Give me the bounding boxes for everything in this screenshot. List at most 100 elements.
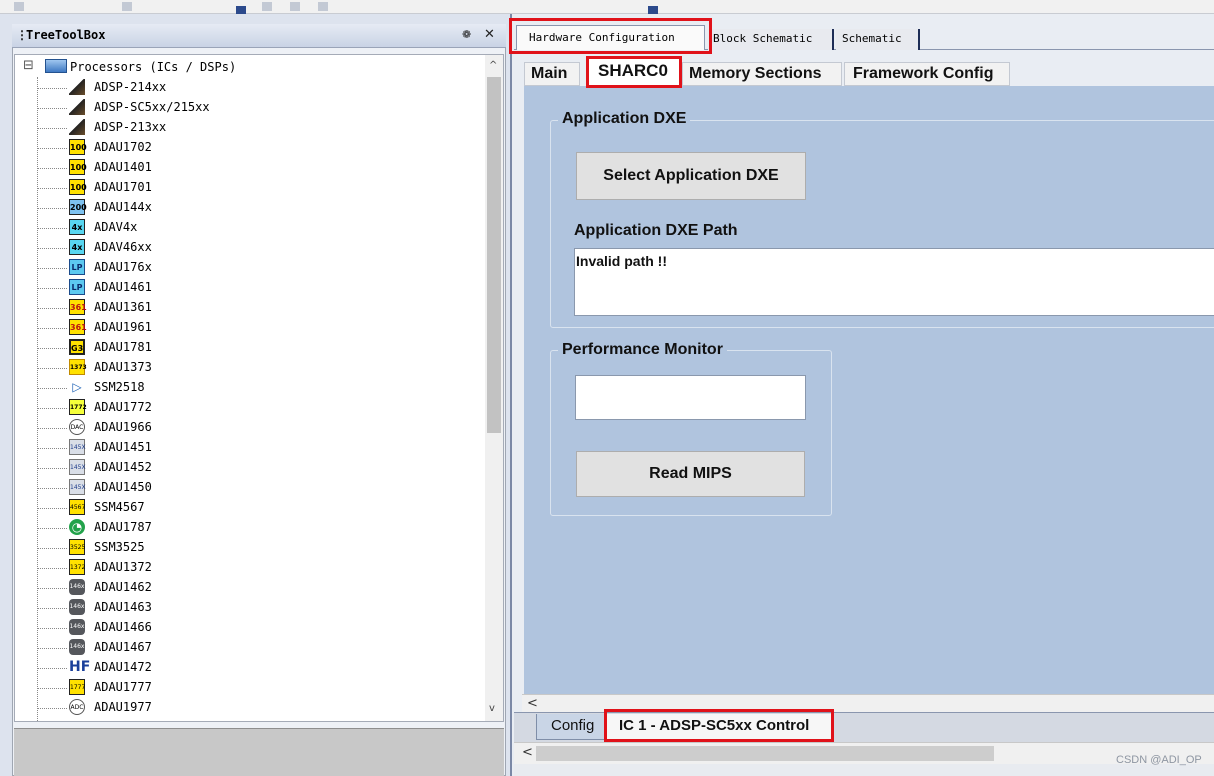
tree-item[interactable]: 361 ADAU1361 bbox=[15, 298, 485, 318]
pin-icon[interactable]: ❁ bbox=[462, 28, 471, 41]
tree-item[interactable]: LP ADAU1461 bbox=[15, 278, 485, 298]
scroll-left-icon[interactable]: < bbox=[522, 745, 533, 760]
tree-guide-line bbox=[37, 668, 67, 669]
toolbar-button[interactable] bbox=[14, 2, 24, 11]
tree-item[interactable]: LP ADAU176x bbox=[15, 258, 485, 278]
tree-item[interactable]: 200 ADAU144x bbox=[15, 198, 485, 218]
tab-schematic[interactable]: Schematic bbox=[836, 29, 920, 50]
tree-item[interactable]: 3525 SSM3525 bbox=[15, 538, 485, 558]
tree-guide-line bbox=[37, 248, 67, 249]
tree-item[interactable]: 1372 ADAU1372 bbox=[15, 558, 485, 578]
scroll-left-icon[interactable]: < bbox=[527, 696, 538, 711]
tree-guide-line bbox=[37, 368, 67, 369]
toolbox-bottom-panel bbox=[14, 728, 504, 776]
tree-item[interactable]: 145X ADAU1452 bbox=[15, 458, 485, 478]
chip-146x-icon: 146x bbox=[69, 639, 85, 655]
tree-item[interactable]: 100 ADAU1401 bbox=[15, 158, 485, 178]
tab-framework-config[interactable]: Framework Config bbox=[844, 62, 1010, 86]
tree-item-label: ADAU1372 bbox=[94, 560, 152, 574]
highlight-box-ic1-control bbox=[604, 709, 834, 742]
tree-item[interactable]: 146x ADAU1462 bbox=[15, 578, 485, 598]
processor-tree[interactable]: ⊟ Processors (ICs / DSPs) ADSP-214xx ADSP… bbox=[14, 54, 504, 722]
tree-item-label: ADAU1462 bbox=[94, 580, 152, 594]
tree-item[interactable]: 100 ADAU1701 bbox=[15, 178, 485, 198]
tree-item[interactable]: ◔ ADAU1787 bbox=[15, 518, 485, 538]
watermark: CSDN @ADI_OP bbox=[1116, 754, 1202, 766]
toolbar-button[interactable] bbox=[318, 2, 328, 11]
tree-item-label: ADAU1467 bbox=[94, 640, 152, 654]
toolbar-button[interactable] bbox=[262, 2, 272, 11]
document-horizontal-scrollbar[interactable]: < bbox=[514, 742, 1214, 764]
tree-item[interactable]: 146x ADAU1467 bbox=[15, 638, 485, 658]
tree-item[interactable]: ADSP-213xx bbox=[15, 118, 485, 138]
tree-item[interactable]: ADSP-214xx bbox=[15, 78, 485, 98]
tree-item-label: ADAU1472 bbox=[94, 660, 152, 674]
select-application-dxe-button[interactable]: Select Application DXE bbox=[576, 152, 806, 200]
tree-item-label: ADAU1463 bbox=[94, 600, 152, 614]
tree-item[interactable]: 4x ADAV46xx bbox=[15, 238, 485, 258]
toolbar-button[interactable] bbox=[290, 2, 300, 11]
scroll-down-icon[interactable]: v bbox=[489, 703, 495, 714]
tree-guide-line bbox=[37, 428, 67, 429]
tree-item[interactable]: 100 ADAU1702 bbox=[15, 138, 485, 158]
read-mips-button[interactable]: Read MIPS bbox=[576, 451, 805, 497]
dropdown-arrow-icon[interactable] bbox=[648, 6, 658, 14]
performance-monitor-title: Performance Monitor bbox=[558, 341, 727, 359]
tree-guide-line bbox=[37, 228, 67, 229]
close-icon[interactable]: ✕ bbox=[484, 27, 495, 42]
tree-root-processors[interactable]: ⊟ Processors (ICs / DSPs) bbox=[15, 58, 485, 78]
tree-guide-line bbox=[37, 208, 67, 209]
tree-item-label: ADAU1787 bbox=[94, 520, 152, 534]
tree-item[interactable]: ADSP-SC5xx/215xx bbox=[15, 98, 485, 118]
tree-item[interactable]: 145X ADAU1450 bbox=[15, 478, 485, 498]
adc-icon: ADC bbox=[69, 699, 85, 715]
top-toolbar-strip bbox=[0, 0, 1214, 14]
tree-item-label: ADSP-SC5xx/215xx bbox=[94, 100, 210, 114]
tree-vertical-scrollbar[interactable]: ^ v bbox=[485, 55, 503, 721]
tab-config[interactable]: Config bbox=[536, 714, 606, 740]
tree-item[interactable]: 4x ADAV4x bbox=[15, 218, 485, 238]
collapse-toggle-icon[interactable]: ⊟ bbox=[23, 58, 34, 73]
tree-item[interactable]: ▷ SSM2518 bbox=[15, 378, 485, 398]
tree-item[interactable]: ADC ADAU1977 bbox=[15, 698, 485, 718]
tree-item[interactable]: G3 ADAU1781 bbox=[15, 338, 485, 358]
tree-item[interactable]: 146x ADAU1466 bbox=[15, 618, 485, 638]
tree-item[interactable]: 1373 ADAU1373 bbox=[15, 358, 485, 378]
tree-item[interactable]: 1772 ADAU1772 bbox=[15, 398, 485, 418]
dropdown-arrow-icon[interactable] bbox=[236, 6, 246, 14]
tree-item[interactable]: DAC ADAU1966 bbox=[15, 418, 485, 438]
tree-item[interactable]: 145X ADAU1451 bbox=[15, 438, 485, 458]
dxe-path-value: Invalid path !! bbox=[576, 253, 667, 269]
tree-item-label: ADAU1772 bbox=[94, 400, 152, 414]
processor-board-icon bbox=[45, 59, 67, 73]
scroll-thumb[interactable] bbox=[487, 77, 501, 433]
tree-item[interactable]: 146x ADAU1463 bbox=[15, 598, 485, 618]
chip-1772-icon: 1772 bbox=[69, 399, 87, 415]
tree-item-label: ADAU1452 bbox=[94, 460, 152, 474]
tree-item[interactable]: 4567 SSM4567 bbox=[15, 498, 485, 518]
scroll-up-icon[interactable]: ^ bbox=[489, 60, 497, 71]
amp-triangle-icon: ▷ bbox=[69, 379, 85, 395]
tree-item[interactable]: HF ADAU1472 bbox=[15, 658, 485, 678]
highlight-box-sharc0 bbox=[586, 56, 682, 88]
tree-item-label: ADAU1461 bbox=[94, 280, 152, 294]
dac-icon: DAC bbox=[69, 419, 85, 435]
scroll-thumb[interactable] bbox=[536, 746, 994, 761]
toolbar-button[interactable] bbox=[122, 2, 132, 11]
tab-main[interactable]: Main bbox=[524, 62, 580, 86]
dxe-path-field[interactable]: Invalid path !! bbox=[574, 248, 1214, 316]
tree-item[interactable]: 1777 ADAU1777 bbox=[15, 678, 485, 698]
tree-item-label: ADAU1977 bbox=[94, 700, 152, 714]
tab-block-schematic[interactable]: Block Schematic bbox=[708, 29, 834, 50]
chip-146x-icon: 146x bbox=[69, 579, 85, 595]
chip-145x-icon: 145X bbox=[69, 479, 86, 495]
chip-4x-icon: 4x bbox=[69, 239, 85, 255]
application-dxe-title: Application DXE bbox=[558, 110, 691, 128]
tree-guide-line bbox=[37, 388, 67, 389]
headphones-icon: ◔ bbox=[69, 519, 85, 535]
tree-item[interactable]: 361 ADAU1961 bbox=[15, 318, 485, 338]
chip-lp-icon: LP bbox=[69, 259, 85, 275]
mips-value-field[interactable] bbox=[575, 375, 806, 420]
tree-item-label: ADAU1361 bbox=[94, 300, 152, 314]
tab-memory-sections[interactable]: Memory Sections bbox=[682, 62, 842, 86]
